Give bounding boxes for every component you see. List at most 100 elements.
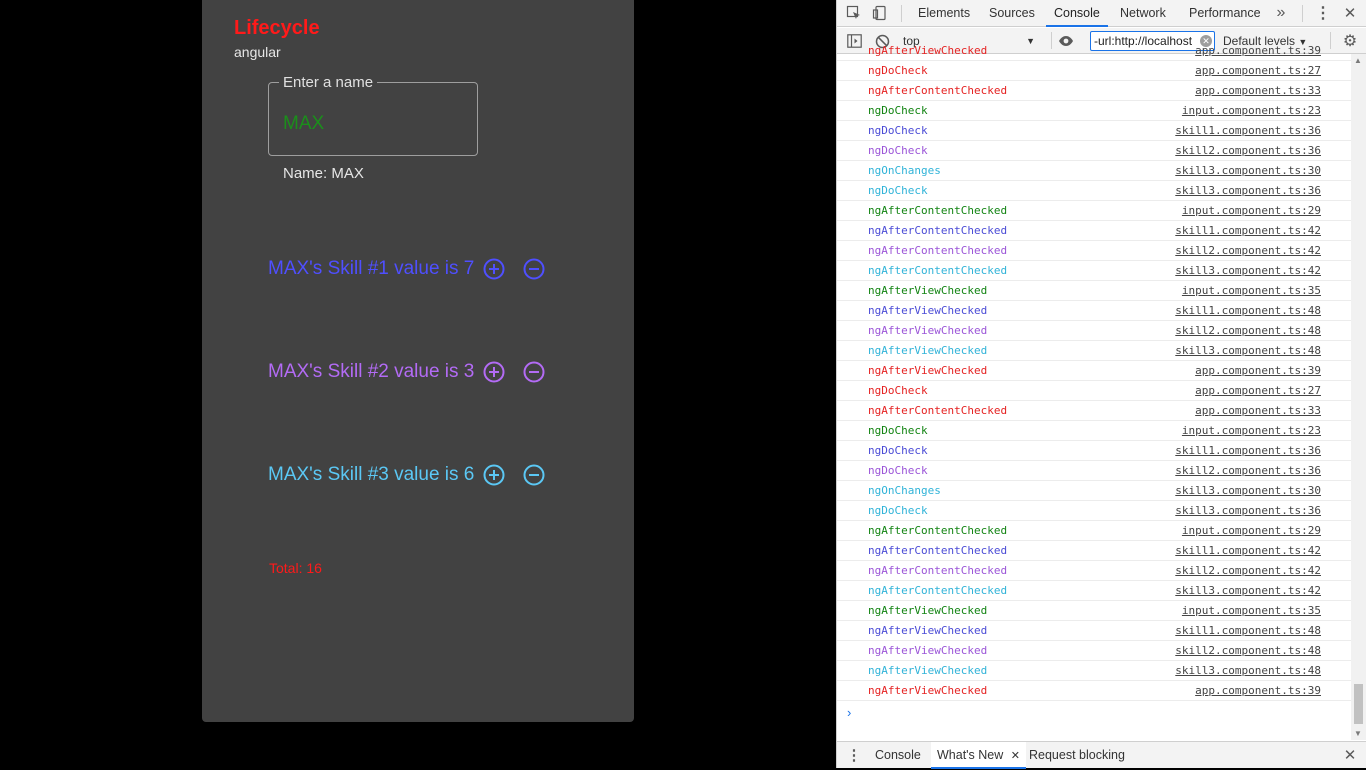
log-source-link[interactable]: input.component.ts:29 xyxy=(1182,521,1321,540)
name-field[interactable]: Enter a name xyxy=(268,74,478,156)
decrement-icon[interactable] xyxy=(522,257,546,281)
device-toolbar-icon[interactable] xyxy=(871,4,889,22)
console-log-row: ngAfterContentChecked skill3.component.ts… xyxy=(837,261,1354,281)
log-message: ngAfterContentChecked xyxy=(868,224,1008,237)
log-source-link[interactable]: skill2.component.ts:36 xyxy=(1175,461,1321,480)
increment-icon[interactable] xyxy=(482,257,506,281)
console-log-row: ngDoCheck app.component.ts:27 xyxy=(837,61,1354,81)
lifecycle-card: Lifecycle angular Enter a name Name: MAX… xyxy=(202,0,634,722)
close-devtools-icon[interactable]: ✕ xyxy=(1341,4,1359,22)
close-drawer-icon[interactable]: ✕ xyxy=(1341,746,1359,764)
log-source-link[interactable]: skill2.component.ts:42 xyxy=(1175,561,1321,580)
log-source-link[interactable]: app.component.ts:39 xyxy=(1195,44,1321,60)
drawer-tab-console[interactable]: Console xyxy=(869,742,927,769)
log-source-link[interactable]: app.component.ts:33 xyxy=(1195,401,1321,420)
console-log-row: ngAfterContentChecked skill3.component.ts… xyxy=(837,581,1354,601)
log-message: ngAfterContentChecked xyxy=(868,204,1008,217)
tab-console[interactable]: Console xyxy=(1046,0,1108,27)
log-source-link[interactable]: skill2.component.ts:36 xyxy=(1175,141,1321,160)
log-message: ngAfterViewChecked xyxy=(868,644,988,657)
log-source-link[interactable]: skill3.component.ts:48 xyxy=(1175,341,1321,360)
log-source-link[interactable]: input.component.ts:23 xyxy=(1182,101,1321,120)
tab-sources[interactable]: Sources xyxy=(981,0,1043,27)
log-source-link[interactable]: skill1.component.ts:48 xyxy=(1175,301,1321,320)
kebab-menu-icon[interactable]: ⋮ xyxy=(1314,4,1332,22)
log-source-link[interactable]: skill3.component.ts:48 xyxy=(1175,661,1321,680)
console-log-row: ngAfterContentChecked skill1.component.ts… xyxy=(837,221,1354,241)
log-message: ngAfterContentChecked xyxy=(868,584,1008,597)
console-log-row: ngAfterViewChecked app.component.ts:39 xyxy=(837,44,1354,61)
log-message: ngAfterViewChecked xyxy=(868,324,988,337)
decrement-icon[interactable] xyxy=(522,463,546,487)
skill-label: MAX's Skill #3 value is 6 xyxy=(268,464,475,485)
log-source-link[interactable]: app.component.ts:39 xyxy=(1195,681,1321,700)
name-input[interactable] xyxy=(283,113,463,135)
log-source-link[interactable]: input.component.ts:35 xyxy=(1182,601,1321,620)
inspect-element-icon[interactable] xyxy=(845,4,863,22)
log-message: ngDoCheck xyxy=(868,64,928,77)
log-source-link[interactable]: skill3.component.ts:42 xyxy=(1175,581,1321,600)
log-message: ngAfterViewChecked xyxy=(868,624,988,637)
log-message: ngOnChanges xyxy=(868,484,941,497)
log-source-link[interactable]: app.component.ts:27 xyxy=(1195,61,1321,80)
log-source-link[interactable]: skill3.component.ts:36 xyxy=(1175,501,1321,520)
console-scrollbar[interactable]: ▲ ▼ xyxy=(1351,54,1366,740)
console-log-row: ngAfterViewChecked skill1.component.ts:48 xyxy=(837,301,1354,321)
log-source-link[interactable]: app.component.ts:27 xyxy=(1195,381,1321,400)
skill-row-1: MAX's Skill #1 value is 7 xyxy=(268,254,546,284)
scroll-down-icon[interactable]: ▼ xyxy=(1354,729,1362,738)
log-source-link[interactable]: skill1.component.ts:42 xyxy=(1175,221,1321,240)
console-log-row: ngAfterViewChecked skill3.component.ts:48 xyxy=(837,341,1354,361)
log-message: ngAfterContentChecked xyxy=(868,84,1008,97)
drawer-tab-request-blocking[interactable]: Request blocking xyxy=(1023,742,1131,769)
log-message: ngAfterContentChecked xyxy=(868,264,1008,277)
log-source-link[interactable]: app.component.ts:39 xyxy=(1195,361,1321,380)
scroll-thumb[interactable] xyxy=(1354,684,1363,724)
log-message: ngAfterViewChecked xyxy=(868,44,988,57)
log-source-link[interactable]: skill1.component.ts:36 xyxy=(1175,441,1321,460)
log-source-link[interactable]: app.component.ts:33 xyxy=(1195,81,1321,100)
drawer-tab-whats-new[interactable]: What's New ✕ xyxy=(931,742,1026,769)
tab-performance[interactable]: Performance xyxy=(1181,0,1269,27)
skill-label: MAX's Skill #2 value is 3 xyxy=(268,361,475,382)
log-source-link[interactable]: skill1.component.ts:48 xyxy=(1175,621,1321,640)
console-log-row: ngAfterViewChecked skill2.component.ts:48 xyxy=(837,641,1354,661)
increment-icon[interactable] xyxy=(482,360,506,384)
console-log-row: ngAfterContentChecked skill1.component.ts… xyxy=(837,541,1354,561)
total-label: Total: 16 xyxy=(269,560,322,576)
close-tab-icon[interactable]: ✕ xyxy=(1011,750,1020,762)
console-log-row: ngAfterViewChecked skill1.component.ts:48 xyxy=(837,621,1354,641)
scroll-up-icon[interactable]: ▲ xyxy=(1354,56,1362,65)
drawer-menu-icon[interactable]: ⋮ xyxy=(845,746,863,764)
log-message: ngDoCheck xyxy=(868,464,928,477)
log-message: ngAfterViewChecked xyxy=(868,684,988,697)
log-source-link[interactable]: skill2.component.ts:48 xyxy=(1175,641,1321,660)
log-source-link[interactable]: skill3.component.ts:30 xyxy=(1175,161,1321,180)
log-source-link[interactable]: input.component.ts:23 xyxy=(1182,421,1321,440)
log-source-link[interactable]: skill3.component.ts:36 xyxy=(1175,181,1321,200)
log-message: ngDoCheck xyxy=(868,444,928,457)
log-message: ngDoCheck xyxy=(868,384,928,397)
console-log-row: ngDoCheck skill3.component.ts:36 xyxy=(837,181,1354,201)
log-source-link[interactable]: input.component.ts:35 xyxy=(1182,281,1321,300)
log-source-link[interactable]: skill1.component.ts:36 xyxy=(1175,121,1321,140)
log-source-link[interactable]: input.component.ts:29 xyxy=(1182,201,1321,220)
log-source-link[interactable]: skill2.component.ts:42 xyxy=(1175,241,1321,260)
log-message: ngDoCheck xyxy=(868,124,928,137)
log-source-link[interactable]: skill3.component.ts:30 xyxy=(1175,481,1321,500)
console-prompt-icon[interactable]: › xyxy=(847,705,851,720)
console-log-row: ngOnChanges skill3.component.ts:30 xyxy=(837,481,1354,501)
tab-elements[interactable]: Elements xyxy=(910,0,978,27)
log-source-link[interactable]: skill1.component.ts:42 xyxy=(1175,541,1321,560)
skill-label: MAX's Skill #1 value is 7 xyxy=(268,258,475,279)
increment-icon[interactable] xyxy=(482,463,506,487)
console-log-row: ngAfterViewChecked skill3.component.ts:48 xyxy=(837,661,1354,681)
log-source-link[interactable]: skill3.component.ts:42 xyxy=(1175,261,1321,280)
log-message: ngOnChanges xyxy=(868,164,941,177)
decrement-icon[interactable] xyxy=(522,360,546,384)
log-source-link[interactable]: skill2.component.ts:48 xyxy=(1175,321,1321,340)
more-tabs-icon[interactable]: » xyxy=(1272,4,1290,22)
tab-network[interactable]: Network xyxy=(1112,0,1174,27)
console-log-row: ngOnChanges skill3.component.ts:30 xyxy=(837,161,1354,181)
console-log-row: ngDoCheck skill1.component.ts:36 xyxy=(837,121,1354,141)
